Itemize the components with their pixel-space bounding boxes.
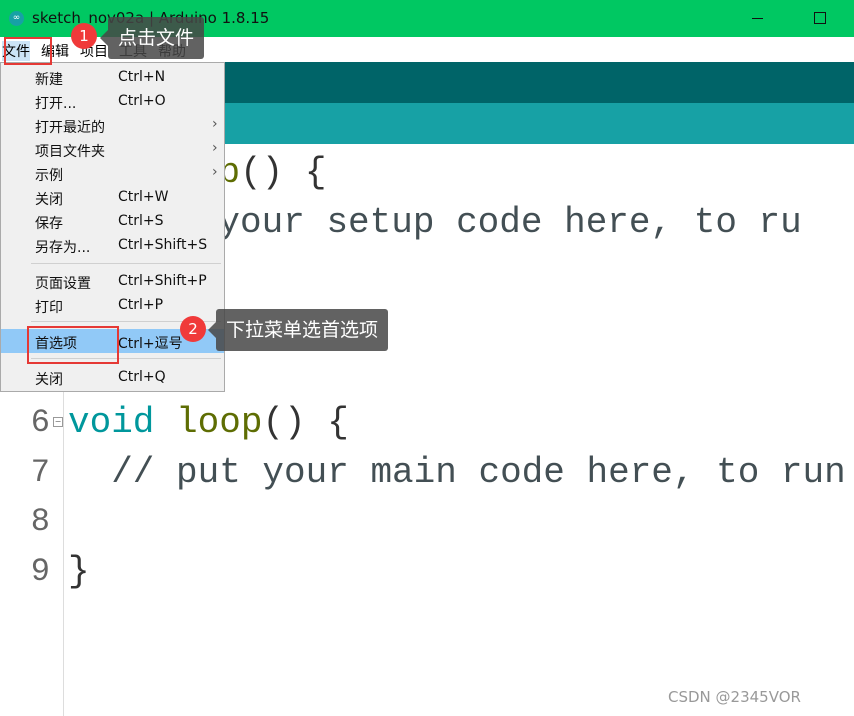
watermark: CSDN @2345VOR bbox=[668, 688, 801, 706]
menu-item-open-recent[interactable]: 打开最近的 › bbox=[1, 113, 224, 137]
menu-item-save[interactable]: 保存 Ctrl+S bbox=[1, 209, 224, 233]
menu-item-new[interactable]: 新建 Ctrl+N bbox=[1, 65, 224, 89]
highlight-box-preferences bbox=[27, 326, 119, 364]
code-line-9[interactable]: } bbox=[68, 551, 90, 592]
step-badge: 1 bbox=[71, 23, 97, 49]
menu-separator bbox=[31, 263, 221, 264]
chevron-right-icon: › bbox=[212, 140, 218, 156]
chevron-right-icon: › bbox=[212, 116, 218, 132]
menu-item-sketchbook[interactable]: 项目文件夹 › bbox=[1, 137, 224, 161]
step-badge: 2 bbox=[180, 316, 206, 342]
minimize-icon[interactable] bbox=[752, 18, 763, 19]
fold-icon[interactable]: − bbox=[53, 417, 63, 427]
arduino-logo-icon: ∞ bbox=[9, 11, 24, 26]
menu-item-close[interactable]: 关闭 Ctrl+W bbox=[1, 185, 224, 209]
code-line-6[interactable]: void loop() { bbox=[68, 402, 349, 443]
menu-item-print[interactable]: 打印 Ctrl+P bbox=[1, 293, 224, 317]
toolbar bbox=[224, 62, 854, 103]
chevron-right-icon: › bbox=[212, 164, 218, 180]
annotation-tooltip: 下拉菜单选首选项 bbox=[207, 309, 389, 351]
menu-item-page-setup[interactable]: 页面设置 Ctrl+Shift+P bbox=[1, 269, 224, 293]
maximize-icon[interactable] bbox=[814, 12, 826, 24]
menu-item-quit[interactable]: 关闭 Ctrl+Q bbox=[1, 365, 224, 389]
menu-item-examples[interactable]: 示例 › bbox=[1, 161, 224, 185]
menu-item-open[interactable]: 打开... Ctrl+O bbox=[1, 89, 224, 113]
tab-bar bbox=[224, 103, 854, 144]
line-number: 7 bbox=[30, 454, 50, 491]
highlight-box-file bbox=[4, 37, 52, 65]
code-line-7[interactable]: // put your main code here, to run bbox=[68, 452, 846, 493]
line-number: 9 bbox=[30, 553, 50, 590]
menu-item-save-as[interactable]: 另存为... Ctrl+Shift+S bbox=[1, 233, 224, 257]
line-number: 8 bbox=[30, 503, 50, 540]
annotation-tooltip: 点击文件 bbox=[99, 17, 205, 59]
line-number: 6 bbox=[30, 404, 50, 441]
